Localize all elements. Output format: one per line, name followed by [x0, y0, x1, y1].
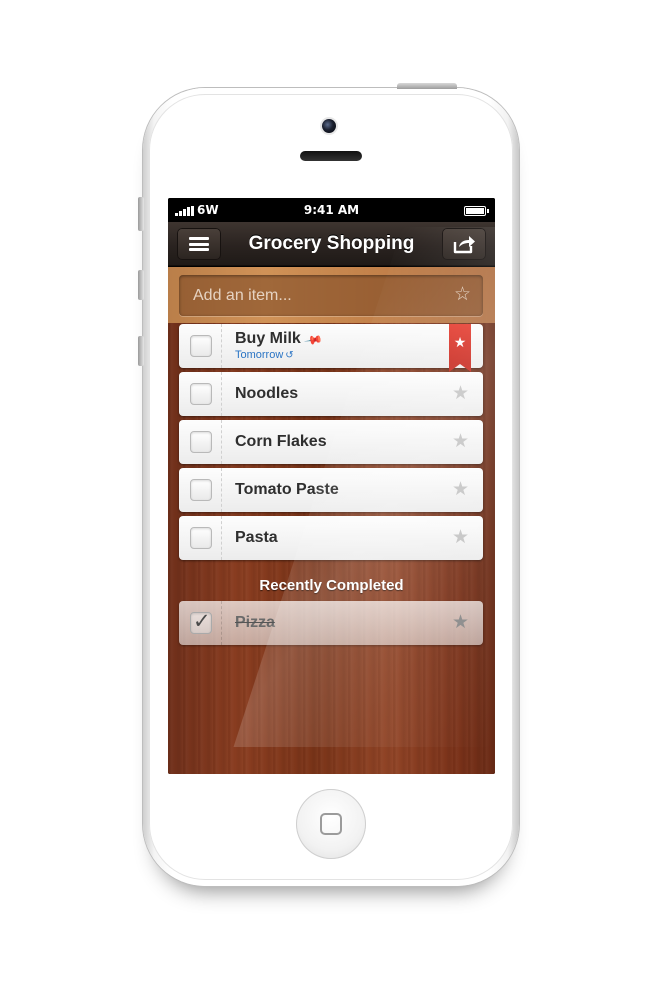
screen: 6W 9:41 AM Grocery Shopping ☆ [168, 198, 495, 774]
completed-section-heading[interactable]: Recently Completed [168, 577, 495, 594]
task-item[interactable]: Corn Flakes ★ [179, 420, 483, 464]
task-title: Noodles [235, 385, 299, 402]
due-date-label: Tomorrow [235, 349, 284, 361]
star-icon[interactable]: ★ [452, 480, 469, 500]
task-checkbox[interactable] [190, 431, 212, 453]
task-divider [221, 420, 222, 464]
task-due-date: Tomorrow ↺ [235, 349, 294, 361]
task-item[interactable]: Pasta ★ [179, 516, 483, 560]
checkmark-icon: ✓ [193, 610, 211, 633]
task-divider [221, 601, 222, 645]
sleep-button [397, 83, 457, 89]
mute-switch [138, 197, 144, 231]
task-list: Buy Milk 📌 Tomorrow ↺ ★ Noodles ★ Corn Fl… [179, 324, 483, 564]
task-title: Tomato Paste [235, 481, 339, 498]
task-title: Buy Milk [235, 330, 301, 347]
status-bar: 6W 9:41 AM [168, 198, 495, 222]
task-checkbox[interactable] [190, 335, 212, 357]
home-button[interactable] [296, 789, 366, 859]
task-checkbox-checked[interactable]: ✓ [190, 610, 212, 634]
volume-up-button [138, 270, 144, 300]
task-checkbox[interactable] [190, 479, 212, 501]
hamburger-menu-icon [189, 237, 209, 251]
star-icon[interactable]: ★ [452, 613, 469, 633]
star-icon[interactable]: ★ [452, 384, 469, 404]
page-title: Grocery Shopping [248, 233, 415, 254]
task-checkbox[interactable] [190, 383, 212, 405]
completed-task-item[interactable]: ✓ Pizza ★ [179, 601, 483, 645]
task-title: Corn Flakes [235, 433, 327, 450]
task-divider [221, 468, 222, 512]
share-icon [453, 236, 475, 254]
task-divider [221, 516, 222, 560]
task-divider [221, 372, 222, 416]
wood-background: ☆ Buy Milk 📌 Tomorrow↺ ★ Noodles ★ [168, 227, 495, 774]
completed-task-title: Pizza [235, 614, 276, 631]
task-item[interactable]: Tomato Paste ★ [179, 468, 483, 512]
front-camera [322, 119, 336, 133]
navigation-bar: Grocery Shopping [168, 222, 495, 266]
star-filled-icon: ★ [453, 334, 467, 350]
earpiece-speaker [300, 151, 362, 161]
task-item[interactable]: Buy Milk 📌 Tomorrow ↺ ★ [179, 324, 483, 372]
add-item-input[interactable] [179, 275, 449, 316]
battery-icon [464, 206, 489, 216]
star-outline-icon[interactable]: ☆ [454, 285, 471, 305]
status-time: 9:41 AM [303, 203, 360, 217]
star-icon[interactable]: ★ [452, 528, 469, 548]
volume-down-button [138, 336, 144, 366]
star-icon[interactable]: ★ [452, 432, 469, 452]
starred-ribbon[interactable]: ★ [449, 324, 471, 372]
task-checkbox[interactable] [190, 527, 212, 549]
menu-button[interactable] [177, 228, 221, 260]
share-button[interactable] [442, 228, 486, 260]
task-title: Pasta [235, 529, 278, 546]
repeat-icon: ↺ [285, 350, 294, 361]
home-square-icon [320, 813, 342, 835]
pin-icon: 📌 [303, 329, 324, 351]
task-item[interactable]: Noodles ★ [179, 372, 483, 416]
task-divider [221, 324, 222, 368]
add-item-bar[interactable]: ☆ [179, 275, 483, 316]
